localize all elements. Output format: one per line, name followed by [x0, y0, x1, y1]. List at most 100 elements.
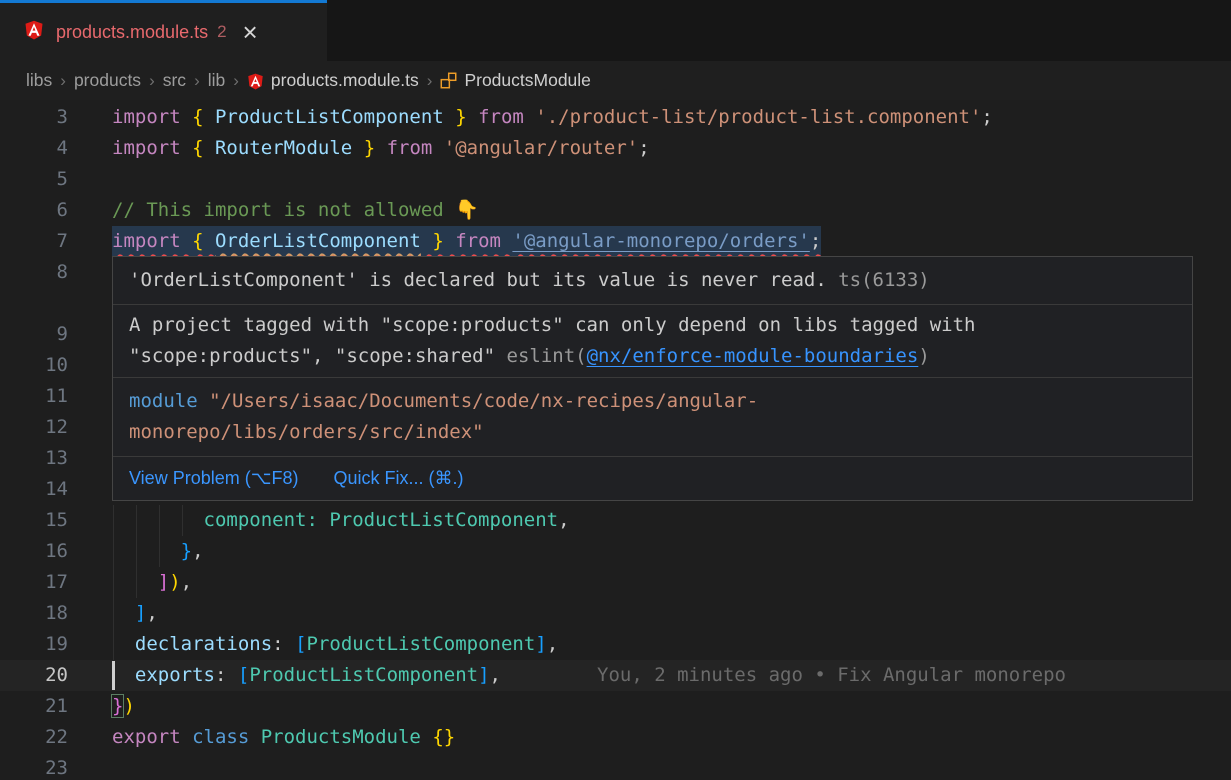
code-token: './product-list/product-list.component' — [535, 106, 981, 128]
code-line-6[interactable]: 6// This import is not allowed 👇 — [0, 195, 1231, 226]
code-token: import — [112, 137, 192, 159]
code-token: ProductListComponent — [249, 664, 478, 686]
breadcrumb-item-libs[interactable]: libs — [26, 70, 52, 91]
code-line-text[interactable] — [112, 164, 1231, 195]
code-line-15[interactable]: 15 component: ProductListComponent, — [0, 505, 1231, 536]
indent-guide — [113, 567, 114, 598]
hover-ts-code: ts(6133) — [838, 269, 930, 291]
breadcrumb-item-file[interactable]: products.module.ts — [247, 70, 419, 91]
code-token: , — [181, 571, 192, 593]
tab-products-module[interactable]: products.module.ts 2 × — [0, 0, 327, 61]
code-token: ] — [158, 571, 169, 593]
code-line-20[interactable]: 20 exports: [ProductListComponent],You, … — [0, 660, 1231, 691]
code-editor[interactable]: 3import { ProductListComponent } from '.… — [0, 100, 1231, 780]
code-line-3[interactable]: 3import { ProductListComponent } from '.… — [0, 102, 1231, 133]
line-number: 14 — [0, 474, 68, 505]
chevron-right-icon: › — [194, 71, 200, 91]
code-token: ) — [169, 571, 180, 593]
indent-guide — [136, 567, 137, 598]
code-token: from — [444, 230, 513, 252]
code-token: from — [375, 137, 444, 159]
code-line-text[interactable]: declarations: [ProductListComponent], — [112, 629, 1231, 660]
code-token: ProductsModule — [261, 726, 433, 748]
code-line-19[interactable]: 19 declarations: [ProductListComponent], — [0, 629, 1231, 660]
breadcrumb-item-products[interactable]: products — [74, 70, 141, 91]
code-line-5[interactable]: 5 — [0, 164, 1231, 195]
line-number: 20 — [0, 660, 68, 691]
code-token — [112, 602, 135, 624]
indent-guide — [136, 505, 137, 536]
code-line-text[interactable]: export class ProductsModule {} — [112, 722, 1231, 753]
code-token: ] — [478, 664, 489, 686]
line-number: 11 — [0, 381, 68, 412]
code-line-text[interactable]: import { ProductListComponent } from './… — [112, 102, 1231, 133]
code-line-22[interactable]: 22export class ProductsModule {} — [0, 722, 1231, 753]
code-token: ; — [810, 230, 821, 252]
code-token: , — [490, 664, 501, 686]
code-token: component: ProductListComponent — [204, 509, 559, 531]
tab-problem-count: 2 — [217, 22, 226, 42]
code-token: exports — [135, 664, 215, 686]
code-token: , — [558, 509, 569, 531]
line-number: 23 — [0, 753, 68, 780]
hover-eslint-diagnostic: A project tagged with "scope:products" c… — [113, 305, 1192, 378]
code-line-18[interactable]: 18 ], — [0, 598, 1231, 629]
code-token: ] — [535, 633, 546, 655]
line-number: 10 — [0, 350, 68, 381]
code-line-text[interactable]: ]), — [112, 567, 1231, 598]
code-line-text[interactable]: // This import is not allowed 👇 — [112, 195, 1231, 226]
line-number: 9 — [0, 319, 68, 350]
code-token: } — [352, 137, 375, 159]
breadcrumb-item-symbol[interactable]: ProductsModule — [440, 70, 590, 91]
line-number: 4 — [0, 133, 68, 164]
breadcrumb-item-src[interactable]: src — [163, 70, 186, 91]
code-token: [ — [295, 633, 306, 655]
code-token — [112, 540, 181, 562]
line-number: 19 — [0, 629, 68, 660]
code-line-4[interactable]: 4 import { RouterModule } from '@angular/… — [0, 133, 1231, 164]
code-token — [112, 664, 135, 686]
code-token — [112, 633, 135, 655]
hover-actions: View Problem (⌥F8) Quick Fix... (⌘.) — [113, 457, 1192, 500]
code-line-23[interactable]: 23 — [0, 753, 1231, 780]
indent-guide — [113, 598, 114, 629]
breadcrumb-item-lib[interactable]: lib — [208, 70, 226, 91]
view-problem-button[interactable]: View Problem (⌥F8) — [129, 468, 298, 488]
code-line-text[interactable]: ], — [112, 598, 1231, 629]
hover-tooltip: 'OrderListComponent' is declared but its… — [112, 256, 1193, 501]
code-token: { — [192, 230, 215, 252]
code-line-7[interactable]: 7import { OrderListComponent } from '@an… — [0, 226, 1231, 257]
code-token: } — [421, 230, 444, 252]
code-token: OrderListComponent — [215, 230, 421, 252]
code-line-text[interactable]: import { RouterModule } from '@angular/r… — [112, 133, 1231, 164]
code-token: : — [272, 633, 295, 655]
code-token: ; — [981, 106, 992, 128]
code-token: { — [192, 137, 215, 159]
eslint-rule-link[interactable]: @nx/enforce-module-boundaries — [587, 345, 919, 367]
code-token: import — [112, 230, 192, 252]
code-token: // This import is not allowed — [112, 199, 455, 221]
chevron-right-icon: › — [427, 71, 433, 91]
code-line-17[interactable]: 17 ]), — [0, 567, 1231, 598]
quick-fix-button[interactable]: Quick Fix... (⌘.) — [333, 468, 463, 488]
hover-eslint-line1: A project tagged with "scope:products" c… — [129, 310, 1176, 341]
code-line-16[interactable]: 16 }, — [0, 536, 1231, 567]
breadcrumb: libs › products › src › lib › products.m… — [0, 61, 1231, 100]
line-number: 5 — [0, 164, 68, 195]
code-token: import — [112, 106, 192, 128]
line-number: 18 — [0, 598, 68, 629]
code-token: declarations — [135, 633, 272, 655]
line-number: 15 — [0, 505, 68, 536]
code-token: from — [467, 106, 536, 128]
code-token: ) — [123, 695, 134, 717]
indent-guide — [136, 536, 137, 567]
code-line-text[interactable]: component: ProductListComponent, — [112, 505, 1231, 536]
code-line-text[interactable]: exports: [ProductListComponent],You, 2 m… — [112, 660, 1231, 691]
code-line-text[interactable]: }, — [112, 536, 1231, 567]
code-line-text[interactable] — [112, 753, 1231, 780]
code-line-text[interactable]: import { OrderListComponent } from '@ang… — [112, 226, 1231, 257]
close-icon[interactable]: × — [243, 22, 258, 42]
code-line-21[interactable]: 21}) — [0, 691, 1231, 722]
code-token: , — [192, 540, 203, 562]
code-line-text[interactable]: }) — [112, 691, 1231, 722]
